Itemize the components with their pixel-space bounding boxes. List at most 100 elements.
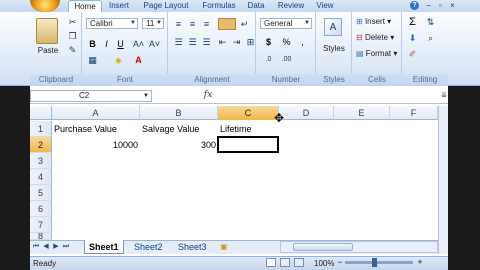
shrink-font-icon[interactable]: A˅: [148, 38, 161, 50]
tab-review[interactable]: Review: [274, 0, 308, 12]
wrap-text-icon[interactable]: ↵: [238, 18, 251, 30]
tab-page-layout[interactable]: Page Layout: [138, 0, 194, 12]
bold-icon[interactable]: B: [86, 38, 99, 50]
cell-a2[interactable]: 10000: [52, 137, 140, 153]
right-frame-border: [448, 86, 480, 270]
clear-icon[interactable]: ✐: [406, 48, 419, 60]
styles-button-label[interactable]: Styles: [318, 44, 350, 53]
column-header-d[interactable]: D: [279, 106, 334, 120]
active-cell-c2[interactable]: [217, 136, 279, 153]
fill-icon[interactable]: ⬇: [406, 32, 419, 44]
column-header-c[interactable]: C: [218, 106, 279, 120]
italic-icon[interactable]: I: [100, 38, 113, 50]
orientation-icon[interactable]: [218, 18, 236, 30]
paste-icon[interactable]: [36, 18, 58, 44]
column-header-a[interactable]: A: [52, 106, 140, 120]
next-sheet-icon[interactable]: ▶: [52, 242, 60, 252]
cell-b2[interactable]: 300: [140, 137, 218, 153]
font-size-select[interactable]: 11 ▼: [142, 18, 164, 29]
sheet-tab-1[interactable]: Sheet1: [84, 240, 124, 254]
decrease-indent-icon[interactable]: ⇤: [216, 36, 229, 48]
increase-indent-icon[interactable]: ⇥: [230, 36, 243, 48]
insert-sheet-icon[interactable]: ▣: [218, 242, 230, 252]
help-icon[interactable]: ?: [410, 1, 419, 10]
cell-c1[interactable]: Lifetime: [218, 121, 279, 137]
align-middle-icon[interactable]: ≡: [186, 18, 199, 30]
fill-color-icon[interactable]: ◈: [112, 54, 125, 66]
cell-a1[interactable]: Purchase Value: [52, 121, 144, 137]
insert-function-icon[interactable]: fx: [198, 89, 218, 102]
zoom-slider-thumb[interactable]: [372, 258, 377, 267]
sort-icon[interactable]: ⇅: [424, 16, 437, 28]
font-name-select[interactable]: Calibri ▼: [86, 18, 138, 29]
grow-font-icon[interactable]: A˄: [132, 38, 145, 50]
copy-icon[interactable]: ❐: [66, 30, 79, 42]
delete-cells-button[interactable]: ⊟ Delete ▾: [356, 32, 394, 43]
currency-icon[interactable]: $: [262, 36, 275, 48]
decrease-decimal-icon[interactable]: .00: [280, 54, 293, 66]
row-header-2[interactable]: 2: [30, 137, 52, 153]
row-header-3[interactable]: 3: [30, 153, 52, 169]
borders-icon[interactable]: ▦: [86, 54, 99, 66]
prev-sheet-icon[interactable]: ◀: [42, 242, 50, 252]
column-header-e[interactable]: E: [334, 106, 390, 120]
underline-icon[interactable]: U: [114, 38, 127, 50]
formula-input[interactable]: [220, 90, 438, 102]
font-name-value: Calibri: [90, 19, 113, 28]
zoom-slider[interactable]: [345, 261, 413, 264]
align-center-icon[interactable]: ☰: [186, 36, 199, 48]
row-header-5[interactable]: 5: [30, 185, 52, 201]
align-bottom-icon[interactable]: ≡: [200, 18, 213, 30]
sheet-tab-2[interactable]: Sheet2: [130, 240, 167, 254]
align-top-icon[interactable]: ≡: [172, 18, 185, 30]
row-header-4[interactable]: 4: [30, 169, 52, 185]
chevron-down-icon[interactable]: ▼: [143, 91, 149, 101]
row-header-7[interactable]: 7: [30, 217, 52, 233]
page-layout-view-icon[interactable]: [280, 258, 290, 267]
increase-decimal-icon[interactable]: .0: [262, 54, 275, 66]
last-sheet-icon[interactable]: ⏭: [62, 242, 70, 252]
zoom-level[interactable]: 100%: [314, 258, 334, 269]
tab-home[interactable]: Home: [68, 0, 102, 12]
minimize-ribbon-icon[interactable]: −: [424, 1, 433, 10]
tab-view[interactable]: View: [312, 0, 338, 12]
percent-icon[interactable]: %: [280, 36, 293, 48]
format-cells-button[interactable]: ▤ Format ▾: [356, 48, 397, 59]
align-right-icon[interactable]: ☰: [200, 36, 213, 48]
editing-group: Σ ⇅ ⬇ ⌕ ✐ Editing: [402, 12, 448, 86]
align-left-icon[interactable]: ☰: [172, 36, 185, 48]
sheet-tab-3[interactable]: Sheet3: [174, 240, 211, 254]
find-icon[interactable]: ⌕: [424, 32, 437, 44]
font-size-value: 11: [146, 19, 155, 28]
name-box[interactable]: C2 ▼: [30, 90, 152, 102]
select-all-corner[interactable]: [30, 106, 52, 120]
styles-icon[interactable]: A: [324, 18, 342, 36]
paste-button-label[interactable]: Paste: [34, 46, 62, 55]
number-format-select[interactable]: General ▼: [260, 18, 312, 29]
sum-icon[interactable]: Σ: [406, 16, 419, 28]
row-header-1[interactable]: 1: [30, 121, 52, 137]
normal-view-icon[interactable]: [266, 258, 276, 267]
vertical-scrollbar[interactable]: [438, 106, 448, 254]
page-break-view-icon[interactable]: [294, 258, 304, 267]
scissors-icon[interactable]: ✂: [66, 16, 79, 28]
zoom-in-icon[interactable]: +: [416, 257, 424, 267]
first-sheet-icon[interactable]: ⏮: [32, 242, 40, 252]
row-header-6[interactable]: 6: [30, 201, 52, 217]
expand-formula-bar-icon[interactable]: ⇊: [440, 91, 448, 101]
insert-cells-button[interactable]: ⊞ Insert ▾: [356, 16, 391, 27]
restore-icon[interactable]: ▫: [436, 1, 445, 10]
tab-insert[interactable]: Insert: [104, 0, 134, 12]
comma-style-icon[interactable]: ,: [296, 36, 309, 48]
zoom-out-icon[interactable]: −: [336, 257, 344, 267]
font-color-icon[interactable]: A: [132, 54, 145, 66]
tab-data[interactable]: Data: [244, 0, 268, 12]
column-header-f[interactable]: F: [390, 106, 438, 120]
close-icon[interactable]: ×: [448, 1, 457, 10]
tab-formulas[interactable]: Formulas: [198, 0, 240, 12]
cell-b1[interactable]: Salvage Value: [140, 121, 220, 137]
column-header-b[interactable]: B: [140, 106, 218, 120]
format-painter-icon[interactable]: ✎: [66, 44, 79, 56]
row-header-8[interactable]: 8: [30, 233, 52, 240]
horizontal-scroll-thumb[interactable]: [293, 243, 353, 251]
